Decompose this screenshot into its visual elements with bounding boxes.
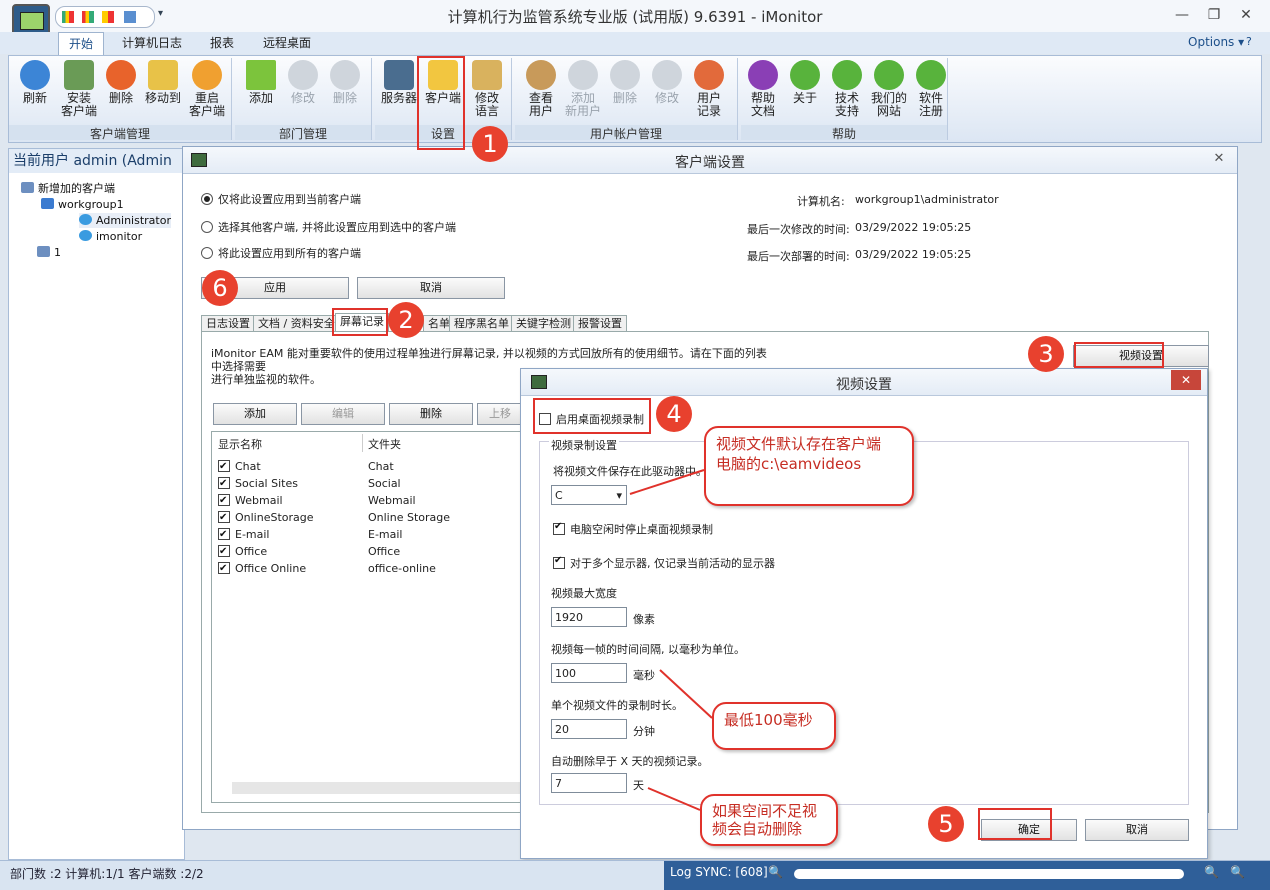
status-bar: 部门数 :2 计算机:1/1 客户端数 :2/2 Log SYNC: [608]… <box>0 860 1270 890</box>
search-icon[interactable]: 🔍 <box>768 865 783 879</box>
log-sync: Log SYNC: [608] <box>670 865 768 879</box>
pointer-line <box>659 669 713 719</box>
zoom-out-icon[interactable]: 🔍 <box>1204 865 1219 879</box>
zoom-slider[interactable] <box>794 869 1184 879</box>
zoom-in-icon[interactable]: 🔍 <box>1230 865 1245 879</box>
pointer-line <box>647 787 701 811</box>
pointer-line <box>629 469 705 495</box>
status-counts: 部门数 :2 计算机:1/1 客户端数 :2/2 <box>10 867 204 881</box>
callout-pointers <box>629 469 713 811</box>
status-sync-area: Log SYNC: [608] 🔍 🔍 🔍 <box>664 861 1270 890</box>
